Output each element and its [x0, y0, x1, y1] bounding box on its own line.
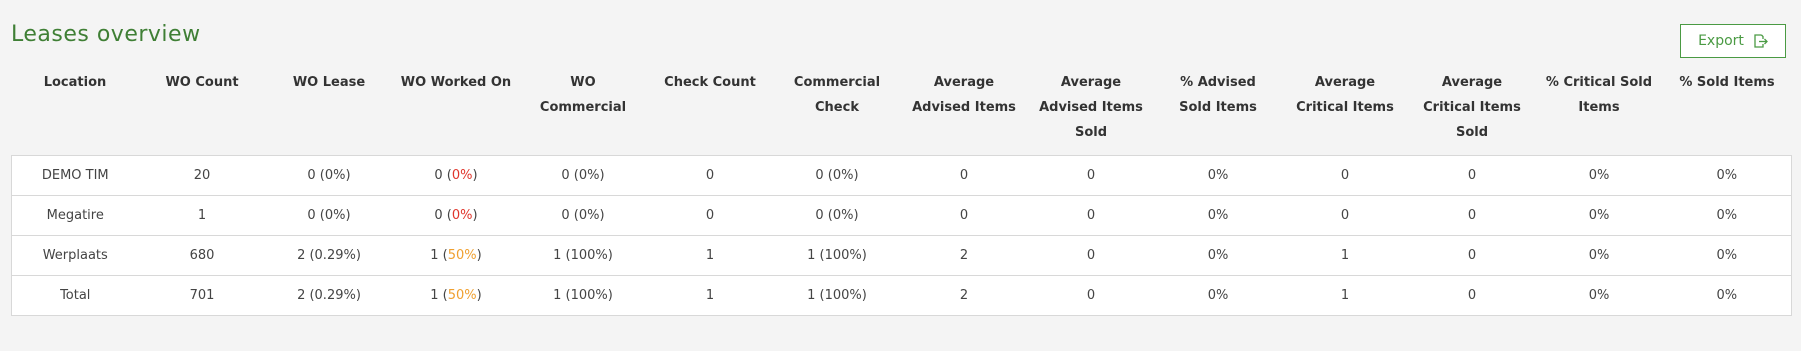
table-row[interactable]: DEMO TIM 20 0 (0%) 0 (0%) 0 (0%) 0 0 (0%) 0 0 0% 0…	[11, 155, 1792, 196]
cell-wo-lease: 0 (0%)	[265, 155, 393, 196]
cell-pct-advised-sold: 0%	[1154, 195, 1282, 236]
cell-check-count: 0	[646, 195, 774, 236]
cell-wo-lease: 2 (0.29%)	[265, 275, 393, 316]
cell-check-count: 0	[646, 155, 774, 196]
cell-wo-commercial: 0 (0%)	[519, 195, 647, 236]
cell-average-critical-items-sold: 0	[1408, 195, 1536, 236]
cell-pct-sold: 0%	[1662, 275, 1792, 316]
column-header-pct-critical-sold-items[interactable]: % Critical Sold Items	[1536, 70, 1663, 156]
wo-worked-on-percent: 50%	[447, 248, 477, 263]
cell-commercial-check: 1 (100%)	[773, 235, 901, 276]
cell-pct-sold: 0%	[1662, 155, 1792, 196]
cell-wo-lease: 0 (0%)	[265, 195, 393, 236]
cell-pct-critical-sold: 0%	[1535, 195, 1663, 236]
cell-wo-worked-on: 1 (50%)	[392, 275, 520, 316]
cell-check-count: 1	[646, 235, 774, 276]
wo-worked-on-value: 1	[430, 288, 439, 303]
column-header-average-critical-items[interactable]: Average Critical Items	[1282, 70, 1409, 156]
cell-average-critical-items: 1	[1281, 235, 1409, 276]
cell-pct-sold: 0%	[1662, 235, 1792, 276]
cell-commercial-check: 1 (100%)	[773, 275, 901, 316]
column-header-pct-sold-items[interactable]: % Sold Items	[1663, 70, 1792, 156]
cell-average-advised-items-sold: 0	[1027, 155, 1155, 196]
cell-average-advised-items: 2	[900, 275, 1028, 316]
column-header-wo-count[interactable]: WO Count	[139, 70, 266, 156]
column-header-wo-commercial[interactable]: WO Commercial	[520, 70, 647, 156]
page-title: Leases overview	[11, 22, 201, 47]
wo-worked-on-value: 0	[434, 208, 443, 223]
column-header-average-advised-items[interactable]: Average Advised Items	[901, 70, 1028, 156]
cell-wo-count: 1	[138, 195, 266, 236]
cell-pct-advised-sold: 0%	[1154, 155, 1282, 196]
cell-wo-count: 20	[138, 155, 266, 196]
cell-average-critical-items-sold: 0	[1408, 275, 1536, 316]
leases-table: Location WO Count WO Lease WO Worked On …	[11, 70, 1792, 316]
cell-wo-commercial: 1 (100%)	[519, 275, 647, 316]
cell-location: Werplaats	[11, 235, 139, 276]
wo-worked-on-percent: 0%	[451, 208, 473, 223]
cell-wo-worked-on: 0 (0%)	[392, 195, 520, 236]
cell-average-critical-items: 0	[1281, 195, 1409, 236]
cell-average-critical-items-sold: 0	[1408, 235, 1536, 276]
cell-average-critical-items-sold: 0	[1408, 155, 1536, 196]
cell-wo-commercial: 1 (100%)	[519, 235, 647, 276]
export-button[interactable]: Export	[1680, 24, 1786, 58]
cell-location: Megatire	[11, 195, 139, 236]
table-row[interactable]: Total 701 2 (0.29%) 1 (50%) 1 (100%) 1 1 (100%…	[11, 275, 1792, 316]
cell-pct-critical-sold: 0%	[1535, 155, 1663, 196]
cell-average-critical-items: 1	[1281, 275, 1409, 316]
wo-worked-on-percent: 0%	[451, 168, 473, 183]
cell-pct-critical-sold: 0%	[1535, 275, 1663, 316]
wo-worked-on-value: 0	[434, 168, 443, 183]
table-row[interactable]: Megatire 1 0 (0%) 0 (0%) 0 (0%) 0 0 (0%) 0 0 0% 0 0…	[11, 195, 1792, 236]
table-row[interactable]: Werplaats 680 2 (0.29%) 1 (50%) 1 (100%) 1 1 (…	[11, 235, 1792, 276]
cell-average-advised-items: 0	[900, 155, 1028, 196]
cell-average-advised-items-sold: 0	[1027, 275, 1155, 316]
cell-average-critical-items: 0	[1281, 155, 1409, 196]
cell-average-advised-items: 2	[900, 235, 1028, 276]
cell-pct-critical-sold: 0%	[1535, 235, 1663, 276]
column-header-location[interactable]: Location	[12, 70, 139, 156]
column-header-wo-lease[interactable]: WO Lease	[266, 70, 393, 156]
cell-wo-worked-on: 1 (50%)	[392, 235, 520, 276]
column-header-check-count[interactable]: Check Count	[647, 70, 774, 156]
cell-average-advised-items-sold: 0	[1027, 235, 1155, 276]
export-button-label: Export	[1698, 33, 1744, 49]
cell-wo-commercial: 0 (0%)	[519, 155, 647, 196]
column-header-average-advised-items-sold[interactable]: Average Advised Items Sold	[1028, 70, 1155, 156]
column-header-average-critical-items-sold[interactable]: Average Critical Items Sold	[1409, 70, 1536, 156]
column-header-wo-worked-on[interactable]: WO Worked On	[393, 70, 520, 156]
cell-average-advised-items-sold: 0	[1027, 195, 1155, 236]
cell-location: DEMO TIM	[11, 155, 139, 196]
cell-average-advised-items: 0	[900, 195, 1028, 236]
cell-location: Total	[11, 275, 139, 316]
table-header-row: Location WO Count WO Lease WO Worked On …	[12, 70, 1792, 156]
cell-pct-advised-sold: 0%	[1154, 275, 1282, 316]
cell-commercial-check: 0 (0%)	[773, 155, 901, 196]
cell-wo-lease: 2 (0.29%)	[265, 235, 393, 276]
wo-worked-on-value: 1	[430, 248, 439, 263]
cell-pct-advised-sold: 0%	[1154, 235, 1282, 276]
cell-wo-worked-on: 0 (0%)	[392, 155, 520, 196]
cell-commercial-check: 0 (0%)	[773, 195, 901, 236]
column-header-commercial-check[interactable]: Commercial Check	[774, 70, 901, 156]
column-header-pct-advised-sold-items[interactable]: % Advised Sold Items	[1155, 70, 1282, 156]
cell-wo-count: 701	[138, 275, 266, 316]
export-file-icon	[1752, 33, 1768, 49]
cell-wo-count: 680	[138, 235, 266, 276]
wo-worked-on-percent: 50%	[447, 288, 477, 303]
cell-check-count: 1	[646, 275, 774, 316]
cell-pct-sold: 0%	[1662, 195, 1792, 236]
